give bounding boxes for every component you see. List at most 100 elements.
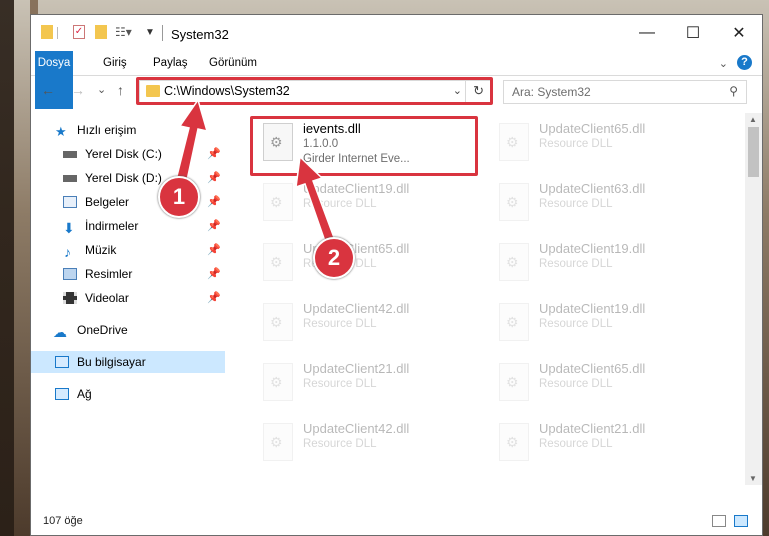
file-name: UpdateClient19.dll <box>303 181 410 196</box>
window-title: System32 <box>171 27 229 42</box>
file-item[interactable]: UpdateClient65.dll Resource DLL <box>255 239 485 297</box>
search-icon[interactable]: ⚲ <box>729 84 738 98</box>
sidebar-item-label: Yerel Disk (C:) <box>85 147 162 161</box>
scroll-up-icon[interactable]: ▲ <box>749 115 757 124</box>
chevron-down-icon[interactable]: ⌄ <box>719 57 728 70</box>
pin-icon[interactable]: 📌 <box>207 191 221 213</box>
pin-icon[interactable]: 📌 <box>207 239 221 261</box>
scroll-down-icon[interactable]: ▼ <box>749 474 757 483</box>
file-name: UpdateClient19.dll <box>539 301 646 316</box>
sidebar-item-music[interactable]: ♪ Müzik 📌 <box>31 239 225 261</box>
help-icon[interactable]: ? <box>737 55 752 70</box>
documents-icon <box>63 196 77 208</box>
file-name: UpdateClient65.dll <box>539 121 646 136</box>
file-description: Resource DLL <box>539 138 613 150</box>
sidebar-item-this-pc[interactable]: Bu bilgisayar <box>31 351 225 373</box>
tab-home[interactable]: Giriş <box>93 51 137 75</box>
file-item[interactable]: UpdateClient65.dll Resource DLL <box>491 359 721 417</box>
toolbar-divider <box>57 27 58 39</box>
file-item[interactable]: UpdateClient65.dll Resource DLL <box>491 119 721 177</box>
vertical-scrollbar[interactable]: ▲ ▼ <box>745 113 762 485</box>
file-name: UpdateClient63.dll <box>539 181 646 196</box>
dll-file-icon <box>499 183 529 221</box>
toolbar-dropdown-icon[interactable]: ▼ <box>145 25 155 43</box>
dll-file-icon <box>263 303 293 341</box>
sidebar-item-quick-access[interactable]: ★ Hızlı erişim <box>31 119 225 141</box>
sidebar-item-pictures[interactable]: Resimler 📌 <box>31 263 225 285</box>
pin-icon[interactable]: 📌 <box>207 287 221 309</box>
sidebar-item-label: Yerel Disk (D:) <box>85 171 162 185</box>
file-item[interactable]: UpdateClient21.dll Resource DLL <box>491 419 721 471</box>
file-item[interactable]: UpdateClient42.dll Resource DLL <box>255 299 485 357</box>
file-name: UpdateClient21.dll <box>539 421 646 436</box>
tab-share[interactable]: Paylaş <box>143 51 198 75</box>
file-description: Resource DLL <box>303 198 377 210</box>
drive-icon <box>63 175 77 182</box>
dll-file-icon <box>263 243 293 281</box>
details-view-icon[interactable] <box>712 515 726 527</box>
file-description: Resource DLL <box>303 378 377 390</box>
network-icon <box>55 388 69 400</box>
properties-icon[interactable]: ✓ <box>73 25 85 39</box>
pin-icon[interactable]: 📌 <box>207 143 221 165</box>
file-item[interactable]: UpdateClient63.dll Resource DLL <box>491 179 721 237</box>
sidebar-item-label: Ağ <box>77 387 92 401</box>
file-name: UpdateClient42.dll <box>303 421 410 436</box>
minimize-button[interactable]: — <box>624 15 670 51</box>
file-item[interactable]: UpdateClient19.dll Resource DLL <box>491 239 721 297</box>
file-description: Resource DLL <box>539 198 613 210</box>
star-icon: ★ <box>55 124 67 139</box>
step-1-badge: 1 <box>158 176 200 218</box>
file-description: Resource DLL <box>539 318 613 330</box>
navigation-pane: ★ Hızlı erişim Yerel Disk (C:) 📌 Yerel D… <box>31 113 225 473</box>
recent-locations-button[interactable]: ⌄ <box>97 83 106 96</box>
sidebar-item-downloads[interactable]: ⬇ İndirmeler 📌 <box>31 215 225 237</box>
customize-toolbar-icon[interactable]: ☷▾ <box>115 25 132 39</box>
back-button[interactable]: ← <box>41 82 55 98</box>
dll-file-icon <box>499 123 529 161</box>
dll-file-icon <box>263 183 293 221</box>
ribbon-tabs: Dosya Giriş Paylaş Görünüm ⌄ ? <box>31 51 762 109</box>
title-divider <box>162 25 163 41</box>
maximize-button[interactable]: ☐ <box>670 15 716 51</box>
sidebar-item-network[interactable]: Ağ <box>31 383 225 405</box>
music-icon: ♪ <box>64 244 71 260</box>
file-item[interactable]: UpdateClient21.dll Resource DLL <box>255 359 485 417</box>
search-input[interactable]: Ara: System32 ⚲ <box>503 80 747 104</box>
sidebar-item-label: Bu bilgisayar <box>77 355 146 369</box>
dll-file-icon <box>499 363 529 401</box>
status-bar: 107 öğe <box>31 509 762 535</box>
file-name: UpdateClient19.dll <box>539 241 646 256</box>
large-icons-view-icon[interactable] <box>734 515 748 527</box>
sidebar-item-local-disk-c[interactable]: Yerel Disk (C:) 📌 <box>31 143 225 165</box>
sidebar-item-label: Videolar <box>85 291 129 305</box>
file-item[interactable]: UpdateClient19.dll Resource DLL <box>255 179 485 237</box>
sidebar-item-label: İndirmeler <box>85 219 139 233</box>
file-description: Resource DLL <box>539 438 613 450</box>
pin-icon[interactable]: 📌 <box>207 215 221 237</box>
tab-view[interactable]: Görünüm <box>199 51 267 75</box>
forward-button[interactable]: → <box>71 82 85 98</box>
pin-icon[interactable]: 📌 <box>207 263 221 285</box>
file-name: UpdateClient42.dll <box>303 301 410 316</box>
file-item[interactable]: UpdateClient42.dll Resource DLL <box>255 419 485 471</box>
file-description: Resource DLL <box>539 378 613 390</box>
file-explorer-window: ✓ ☷▾ ▼ System32 — ☐ ✕ Dosya Giriş Paylaş… <box>30 14 763 536</box>
sidebar-item-onedrive[interactable]: ☁ OneDrive <box>31 319 225 341</box>
file-name: UpdateClient21.dll <box>303 361 410 376</box>
up-button[interactable]: ↑ <box>117 82 124 98</box>
pictures-icon <box>63 268 77 280</box>
close-button[interactable]: ✕ <box>716 15 762 51</box>
pin-icon[interactable]: 📌 <box>207 167 221 189</box>
cloud-icon: ☁ <box>53 324 67 340</box>
dll-file-icon <box>263 363 293 401</box>
new-folder-icon[interactable] <box>95 25 107 39</box>
file-description: Resource DLL <box>303 438 377 450</box>
scrollbar-thumb[interactable] <box>748 127 759 177</box>
file-item[interactable]: UpdateClient19.dll Resource DLL <box>491 299 721 357</box>
sidebar-item-label: Hızlı erişim <box>77 123 137 137</box>
folder-icon <box>41 25 53 39</box>
sidebar-item-videos[interactable]: Videolar 📌 <box>31 287 225 309</box>
sidebar-item-label: Müzik <box>85 243 117 257</box>
search-placeholder: Ara: System32 <box>512 85 591 99</box>
